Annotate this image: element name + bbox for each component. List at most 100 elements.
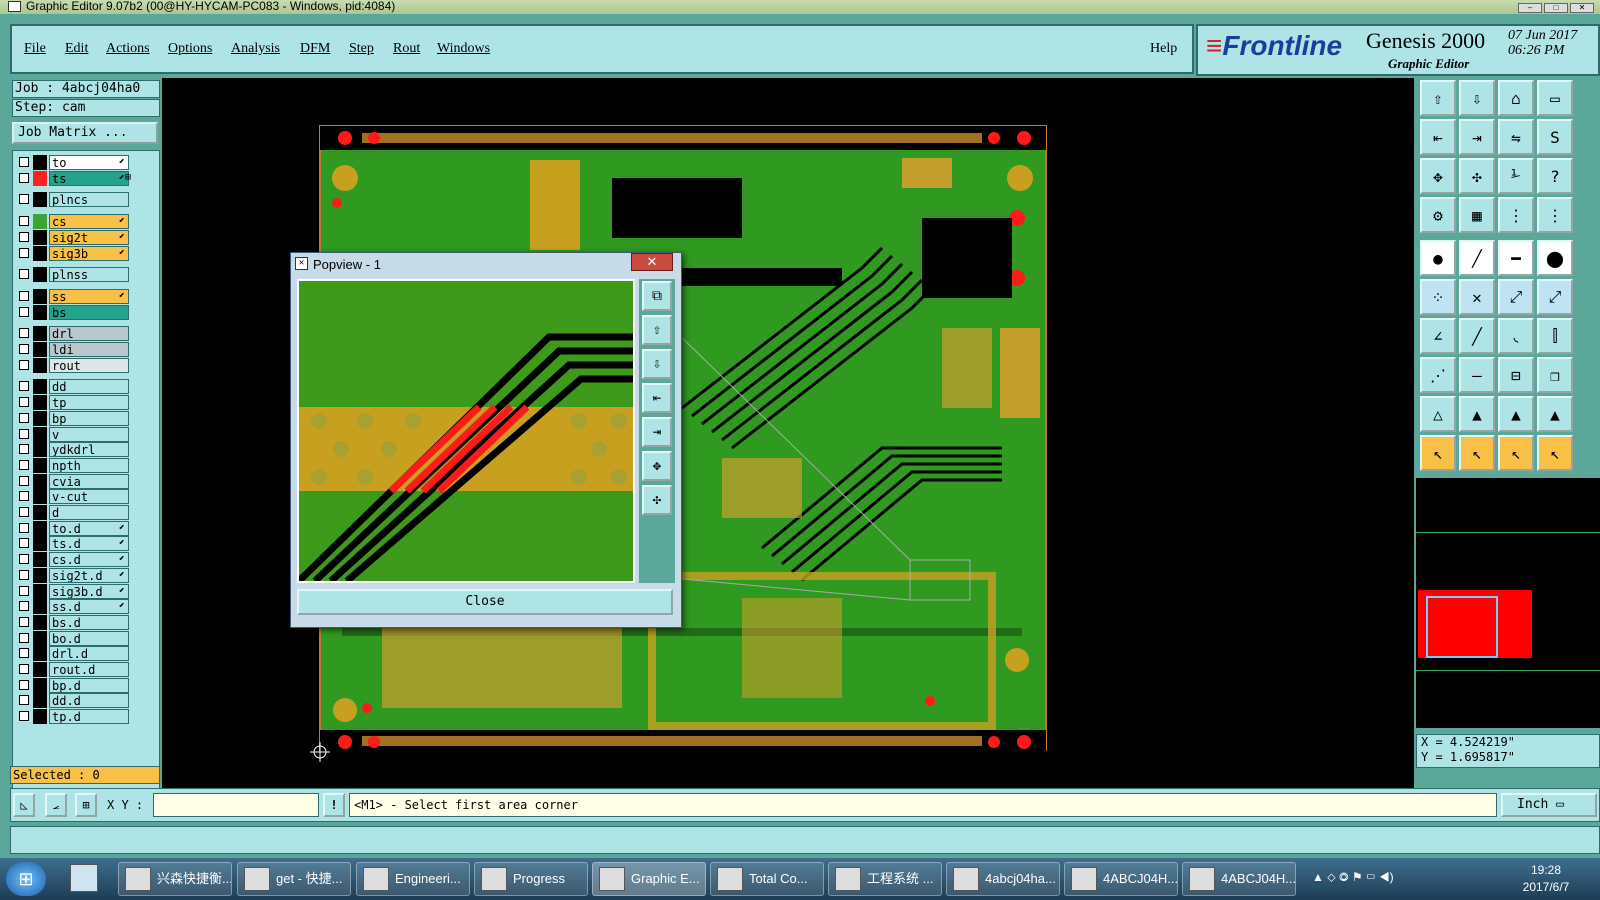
layer-color-swatch[interactable] bbox=[33, 599, 47, 615]
triangle3-icon[interactable]: ▲ bbox=[1498, 396, 1534, 432]
layer-row-sig2t[interactable]: sig2t ⬋ bbox=[13, 229, 147, 245]
layer-name[interactable]: bo.d bbox=[49, 630, 129, 646]
circle-icon[interactable]: ⬤ bbox=[1537, 240, 1573, 276]
layer-name[interactable]: cvia bbox=[49, 473, 129, 489]
units-selector[interactable]: Inch ▭ bbox=[1501, 793, 1597, 817]
grid-snap-icon[interactable]: ⊞ bbox=[75, 793, 97, 817]
layer-name[interactable]: d bbox=[49, 505, 129, 520]
layer-color-swatch[interactable] bbox=[33, 426, 47, 442]
layer-checkbox[interactable] bbox=[19, 428, 29, 439]
layer-name[interactable]: rout bbox=[49, 357, 129, 373]
layer-row-cs-d[interactable]: cs.d ⬋ bbox=[13, 552, 147, 568]
layer-name[interactable]: npth bbox=[49, 457, 129, 473]
layer-row-npth[interactable]: npth bbox=[13, 457, 147, 473]
layer-row-d[interactable]: d bbox=[13, 505, 147, 520]
command-bar[interactable] bbox=[10, 826, 1600, 854]
layer-checkbox[interactable] bbox=[19, 679, 29, 690]
layer-name[interactable]: tp bbox=[49, 395, 129, 411]
layer-color-swatch[interactable] bbox=[33, 505, 47, 520]
layer-row-v[interactable]: v bbox=[13, 426, 147, 442]
taskbar-item[interactable]: Progress bbox=[474, 862, 588, 896]
layer-checkbox[interactable] bbox=[19, 397, 29, 408]
layer-row-dd[interactable]: dd bbox=[13, 379, 147, 395]
taskbar-item[interactable]: 4abcj04ha... bbox=[946, 862, 1060, 896]
menu-dfm[interactable]: DFM bbox=[300, 41, 330, 57]
layer-name[interactable]: cs.d bbox=[49, 552, 129, 568]
zoom-fit-icon[interactable]: ✥ bbox=[1420, 158, 1456, 194]
menu-step[interactable]: Step bbox=[349, 41, 374, 57]
layer-color-swatch[interactable] bbox=[33, 536, 47, 552]
taskbar-item[interactable]: Engineeri... bbox=[356, 862, 470, 896]
dash-icon[interactable]: — bbox=[1459, 357, 1495, 393]
connect2-icon[interactable]: ⤢ bbox=[1537, 279, 1573, 315]
pv-zoom-window-icon[interactable]: ⧉ bbox=[642, 281, 672, 311]
layer-name[interactable]: sig2t bbox=[49, 229, 129, 245]
layer-row-drl[interactable]: drl bbox=[13, 326, 147, 342]
layer-checkbox[interactable] bbox=[19, 157, 29, 167]
close-window-button[interactable]: ✕ bbox=[1570, 3, 1594, 13]
layer-name[interactable]: plncs bbox=[49, 192, 129, 208]
overview-map[interactable] bbox=[1416, 478, 1600, 728]
layer-color-swatch[interactable] bbox=[33, 245, 47, 261]
layer-color-swatch[interactable] bbox=[33, 630, 47, 646]
select-icon[interactable]: ↖ bbox=[1420, 435, 1456, 471]
layer-color-swatch[interactable] bbox=[33, 229, 47, 245]
layer-name[interactable]: sig3b bbox=[49, 245, 129, 261]
layer-color-swatch[interactable] bbox=[33, 552, 47, 568]
layer-color-swatch[interactable] bbox=[33, 709, 47, 725]
layer-row-sig3b[interactable]: sig3b ⬋ bbox=[13, 245, 147, 261]
layer-name[interactable]: ydkdrl bbox=[49, 442, 129, 458]
layer-color-swatch[interactable] bbox=[33, 646, 47, 662]
layer-checkbox[interactable] bbox=[19, 475, 29, 486]
layer-name[interactable]: dd.d bbox=[49, 693, 129, 709]
layer-row-ydkdrl[interactable]: ydkdrl bbox=[13, 442, 147, 458]
layer-name[interactable]: bp.d bbox=[49, 677, 129, 693]
help-icon[interactable]: ? bbox=[1537, 158, 1573, 194]
layer-checkbox[interactable] bbox=[19, 616, 29, 627]
layer-name[interactable]: bs.d bbox=[49, 614, 129, 630]
import-icon[interactable]: ⇤ bbox=[1420, 119, 1456, 155]
layer-color-swatch[interactable] bbox=[33, 583, 47, 599]
taskbar-item[interactable]: 工程系统 ... bbox=[828, 862, 942, 896]
layer-checkbox[interactable] bbox=[19, 290, 29, 301]
layer-checkbox[interactable] bbox=[19, 328, 29, 339]
layer-name[interactable]: tp.d bbox=[49, 709, 129, 725]
layer-row-plnss[interactable]: plnss bbox=[13, 267, 147, 283]
arc-icon[interactable]: ◟ bbox=[1498, 318, 1534, 354]
snap-icon[interactable]: S bbox=[1537, 119, 1573, 155]
popview-close-button[interactable]: Close bbox=[297, 589, 673, 615]
layer-checkbox[interactable] bbox=[19, 664, 29, 674]
layer-color-swatch[interactable] bbox=[33, 267, 47, 283]
taskbar-item[interactable]: 4ABCJ04H... bbox=[1182, 862, 1296, 896]
line-icon[interactable]: ╱ bbox=[1459, 240, 1495, 276]
angle-mode-icon[interactable]: ⦟ bbox=[45, 793, 67, 817]
layer-color-swatch[interactable] bbox=[33, 693, 47, 709]
layer-row-bs[interactable]: bs bbox=[13, 304, 147, 320]
export-icon[interactable]: ⇥ bbox=[1459, 119, 1495, 155]
menu-options[interactable]: Options bbox=[168, 41, 212, 57]
layer-checkbox[interactable] bbox=[19, 444, 29, 455]
menu-edit[interactable]: Edit bbox=[65, 41, 88, 57]
layer-row-rout-d[interactable]: rout.d bbox=[13, 662, 147, 677]
layer-color-swatch[interactable] bbox=[33, 410, 47, 426]
layer-checkbox[interactable] bbox=[19, 538, 29, 549]
layer-checkbox[interactable] bbox=[19, 172, 29, 183]
layer-row-tp[interactable]: tp bbox=[13, 395, 147, 411]
layer-name[interactable]: to.d bbox=[49, 520, 129, 536]
tray-icons[interactable]: ▲ ⬦ ◎ ⚑ ▭ ◀) bbox=[1312, 870, 1394, 885]
layer-checkbox[interactable] bbox=[19, 632, 29, 643]
layer-checkbox[interactable] bbox=[19, 194, 29, 205]
swap-icon[interactable]: ⇋ bbox=[1498, 119, 1534, 155]
alert-icon[interactable]: ! bbox=[323, 793, 345, 817]
popview-close-x-button[interactable]: ✕ bbox=[631, 253, 673, 271]
layer-color-swatch[interactable] bbox=[33, 326, 47, 342]
layer-name[interactable]: drl.d bbox=[49, 646, 129, 662]
layer-row-bs-d[interactable]: bs.d bbox=[13, 614, 147, 630]
layer-name[interactable]: cs bbox=[49, 214, 129, 230]
layer-row-cvia[interactable]: cvia bbox=[13, 473, 147, 489]
layer-color-swatch[interactable] bbox=[33, 662, 47, 677]
triangle-icon[interactable]: △ bbox=[1420, 396, 1456, 432]
layer-name[interactable]: ss.d bbox=[49, 599, 129, 615]
select2-icon[interactable]: ↖ bbox=[1459, 435, 1495, 471]
layer-row-ldi[interactable]: ldi bbox=[13, 342, 147, 357]
